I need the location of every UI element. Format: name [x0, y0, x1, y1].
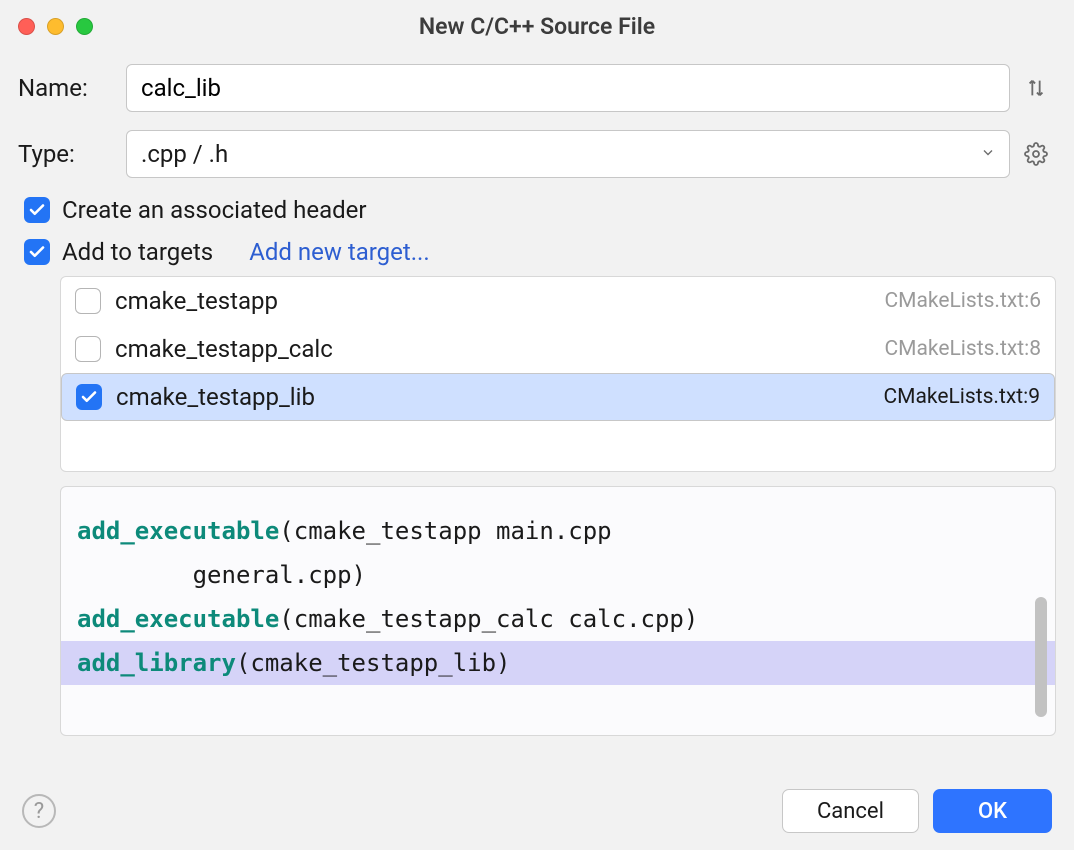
zoom-window-button[interactable] — [76, 18, 93, 35]
target-name: cmake_testapp_lib — [116, 383, 883, 411]
target-file: CMakeLists.txt:6 — [884, 289, 1041, 313]
window-controls — [18, 18, 93, 35]
add-to-targets-label: Add to targets — [62, 238, 213, 266]
gear-icon[interactable] — [1016, 142, 1056, 166]
target-checkbox[interactable] — [75, 336, 101, 362]
help-icon[interactable]: ? — [22, 794, 56, 828]
create-header-label: Create an associated header — [62, 196, 367, 224]
add-to-targets-checkbox[interactable] — [24, 239, 50, 265]
name-input[interactable] — [126, 64, 1010, 112]
target-file: CMakeLists.txt:9 — [883, 385, 1040, 409]
create-header-checkbox[interactable] — [24, 197, 50, 223]
window-title: New C/C++ Source File — [0, 13, 1074, 40]
target-name: cmake_testapp_calc — [115, 335, 884, 363]
target-checkbox[interactable] — [75, 288, 101, 314]
close-window-button[interactable] — [18, 18, 35, 35]
code-line: add_executable(cmake_testapp_calc calc.c… — [61, 597, 1055, 641]
ok-button[interactable]: OK — [933, 789, 1052, 833]
add-new-target-link[interactable]: Add new target... — [249, 238, 430, 266]
code-line: add_executable(cmake_testapp main.cpp — [61, 509, 1055, 553]
type-label: Type: — [18, 140, 126, 168]
scrollbar-thumb[interactable] — [1035, 597, 1047, 717]
sort-icon[interactable] — [1016, 77, 1056, 99]
type-select[interactable]: .cpp / .h — [126, 130, 1010, 178]
dialog-footer: ? Cancel OK — [0, 772, 1074, 850]
target-name: cmake_testapp — [115, 287, 884, 315]
name-label: Name: — [18, 74, 126, 102]
targets-list: cmake_testapp CMakeLists.txt:6 cmake_tes… — [60, 276, 1056, 472]
code-preview: add_executable(cmake_testapp main.cpp ge… — [60, 486, 1056, 736]
code-line: general.cpp) — [61, 553, 1055, 597]
target-row[interactable]: cmake_testapp_calc CMakeLists.txt:8 — [61, 325, 1055, 373]
minimize-window-button[interactable] — [47, 18, 64, 35]
cancel-button[interactable]: Cancel — [782, 789, 919, 833]
target-row[interactable]: cmake_testapp_lib CMakeLists.txt:9 — [61, 373, 1055, 421]
target-checkbox[interactable] — [76, 384, 102, 410]
code-line: add_library(cmake_testapp_lib) — [61, 641, 1055, 685]
titlebar: New C/C++ Source File — [0, 0, 1074, 52]
target-file: CMakeLists.txt:8 — [884, 337, 1041, 361]
type-select-value: .cpp / .h — [141, 140, 228, 168]
target-row[interactable]: cmake_testapp CMakeLists.txt:6 — [61, 277, 1055, 325]
